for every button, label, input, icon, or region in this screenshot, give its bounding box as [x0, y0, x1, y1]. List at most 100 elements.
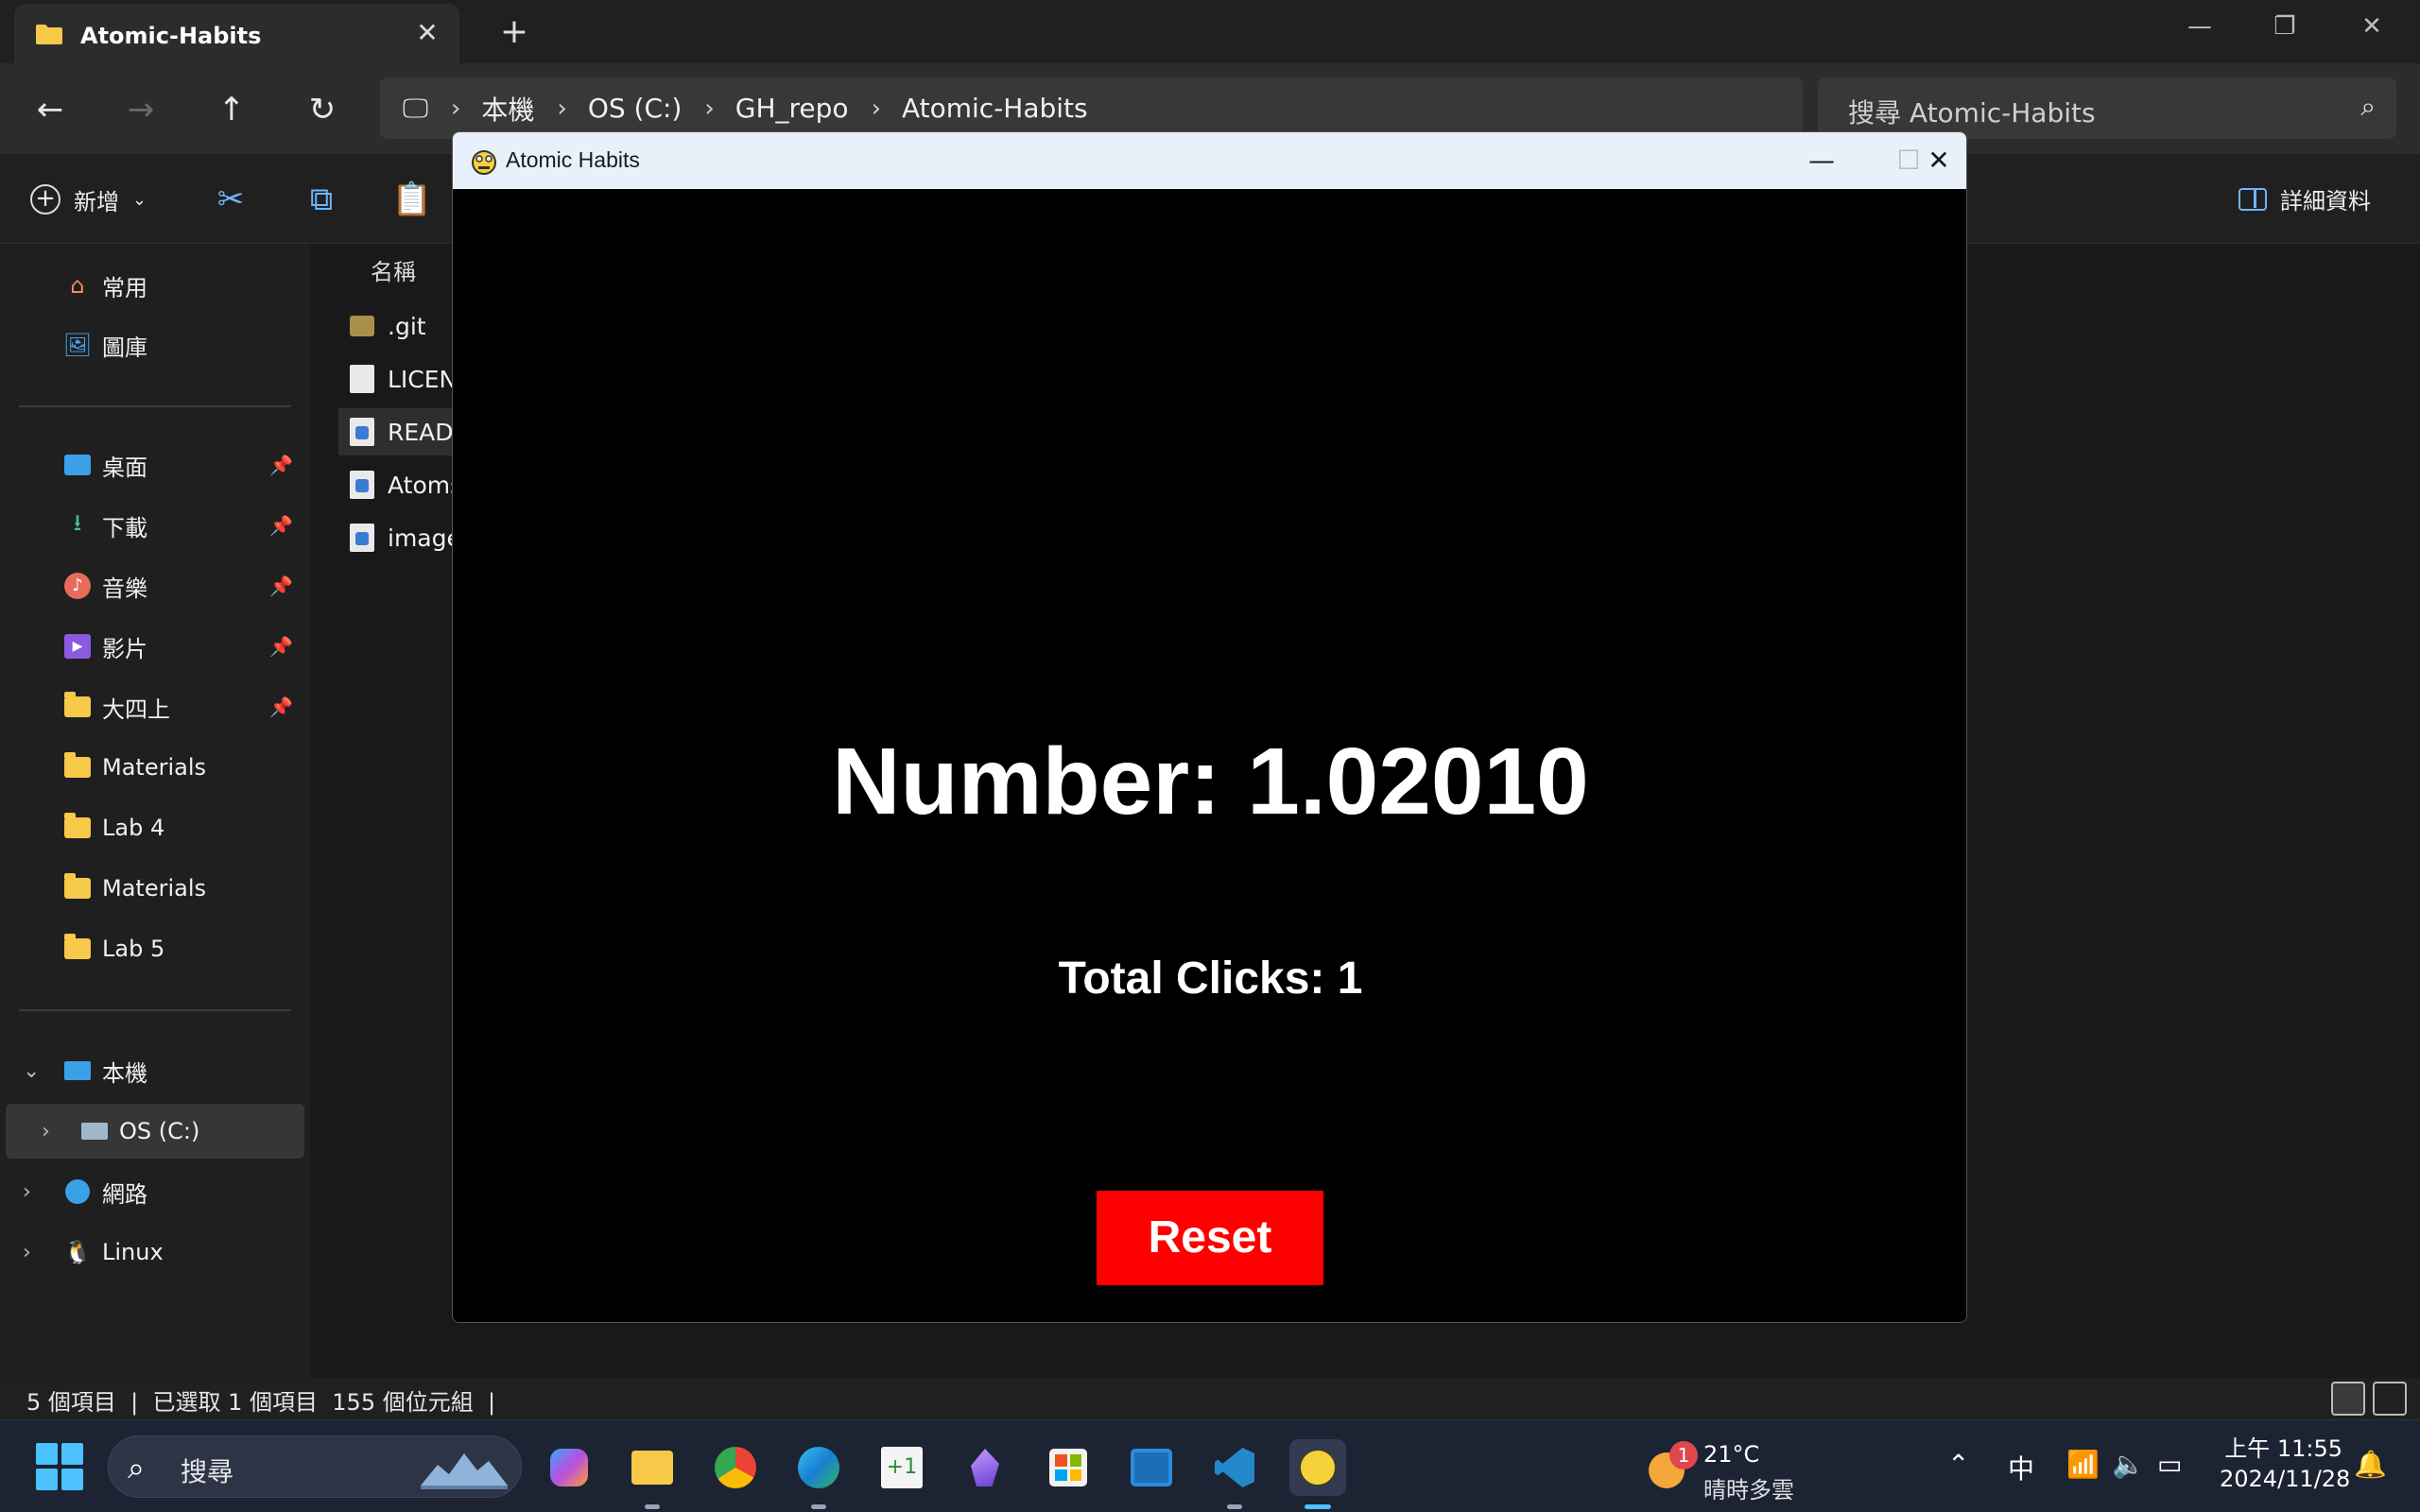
pin-icon[interactable]: 📌 [269, 454, 293, 476]
wifi-icon[interactable]: 📶 [2066, 1449, 2100, 1480]
up-icon[interactable]: ↑ [208, 86, 255, 133]
chevron-right-icon[interactable]: › [23, 1180, 31, 1204]
sidebar-item-os-c[interactable]: › OS (C:) [6, 1104, 304, 1159]
sidebar-item-label: 下載 [102, 514, 147, 541]
sidebar-item-folder[interactable]: 大四上 📌 [0, 679, 310, 734]
folder-icon [35, 23, 63, 45]
sidebar-item-home[interactable]: ⌂ 常用 [0, 258, 310, 313]
pygame-logo-icon [470, 146, 498, 176]
explorer-tab[interactable]: Atomic-Habits ✕ [14, 4, 459, 63]
new-button[interactable]: + 新增 ⌄ [30, 180, 147, 219]
sidebar-item-label: 網路 [102, 1180, 147, 1208]
back-icon[interactable]: ← [26, 86, 74, 133]
file-name: .git [388, 312, 426, 340]
sidebar-item-label: 桌面 [102, 454, 147, 481]
sidebar-item-this-pc[interactable]: ⌄ 本機 [0, 1043, 310, 1098]
chevron-right-icon[interactable]: › [23, 1241, 31, 1264]
breadcrumb-item[interactable]: GH_repo [735, 93, 849, 124]
restore-button[interactable]: ❐ [2261, 9, 2308, 43]
plus-icon: + [30, 184, 60, 215]
copilot-icon[interactable] [541, 1439, 597, 1496]
breadcrumb-item[interactable]: OS (C:) [588, 93, 683, 124]
new-tab-button[interactable]: + [495, 13, 533, 51]
minimize-button[interactable]: — [2176, 9, 2223, 43]
refresh-icon[interactable]: ↻ [299, 86, 346, 133]
chevron-right-icon: › [704, 94, 715, 123]
column-header-name[interactable]: 名稱 [371, 253, 416, 286]
game-canvas[interactable]: Number: 1.02010 Total Clicks: 1 Reset [453, 189, 1966, 1322]
folder-icon [62, 692, 93, 720]
pin-icon[interactable]: 📌 [269, 575, 293, 597]
file-explorer-icon[interactable] [624, 1439, 681, 1509]
breadcrumb-item[interactable]: 本機 [481, 90, 534, 128]
details-pane-icon [2238, 187, 2267, 211]
sidebar-item-videos[interactable]: ▶ 影片 📌 [0, 619, 310, 674]
running-indicator [645, 1504, 660, 1509]
remote-desktop-icon[interactable] [1123, 1439, 1180, 1496]
ime-indicator[interactable]: 中 [2008, 1449, 2034, 1486]
microsoft-store-icon[interactable] [1040, 1439, 1097, 1496]
sidebar-item-label: Linux [102, 1239, 164, 1265]
forward-icon[interactable]: → [117, 86, 164, 133]
volume-icon[interactable]: 🔈 [2112, 1449, 2145, 1480]
sidebar-item-desktop[interactable]: 桌面 📌 [0, 438, 310, 492]
breadcrumb-item[interactable]: Atomic-Habits [902, 93, 1088, 124]
cut-icon[interactable]: ✂ [210, 179, 251, 220]
sidebar-item-network[interactable]: › 網路 [0, 1164, 310, 1219]
search-icon[interactable]: ⌕ [2360, 91, 2376, 123]
search-input[interactable]: 搜尋 Atomic-Habits ⌕ [1818, 77, 2396, 139]
sidebar-item-linux[interactable]: › 🐧 Linux [0, 1225, 310, 1280]
obsidian-icon[interactable] [957, 1439, 1013, 1496]
close-window-button[interactable]: ✕ [2348, 9, 2395, 43]
windows-start-icon[interactable] [36, 1443, 83, 1490]
chrome-icon[interactable] [707, 1439, 764, 1496]
sidebar: ⌂ 常用 🖼 圖庫 桌面 📌 ⭳ 下載 📌 ♪ 音樂 📌 ▶ 影片 📌 大四上 … [0, 244, 310, 1378]
copy-icon[interactable]: ⧉ [301, 179, 342, 220]
pygame-app-icon[interactable] [1289, 1439, 1346, 1509]
minimize-button[interactable]: — [1793, 140, 1850, 181]
new-label: 新增 [74, 188, 119, 215]
clock[interactable]: 上午 11:55 2024/11/28 [2220, 1434, 2350, 1494]
sidebar-item-label: 圖庫 [102, 334, 147, 361]
chevron-right-icon: › [871, 94, 881, 123]
sidebar-item-folder[interactable]: Materials [0, 740, 310, 795]
pin-icon[interactable]: 📌 [269, 514, 293, 537]
details-view-icon[interactable] [2331, 1382, 2365, 1416]
paste-icon[interactable]: 📋 [391, 179, 433, 220]
vscode-icon[interactable] [1206, 1439, 1263, 1509]
tiles-view-icon[interactable] [2373, 1382, 2407, 1416]
chevron-down-icon[interactable]: ⌄ [23, 1059, 40, 1083]
chevron-right-icon: › [451, 94, 461, 123]
folder-icon [350, 316, 374, 336]
sidebar-item-folder[interactable]: Lab 4 [0, 800, 310, 855]
pin-icon[interactable]: 📌 [269, 696, 293, 718]
sidebar-item-music[interactable]: ♪ 音樂 📌 [0, 558, 310, 613]
taskbar-search-placeholder: 搜尋 [181, 1456, 234, 1487]
sidebar-item-downloads[interactable]: ⭳ 下載 📌 [0, 498, 310, 553]
details-label: 詳細資料 [2280, 188, 2371, 215]
address-bar[interactable]: 🖵 › 本機 › OS (C:) › GH_repo › Atomic-Habi… [380, 77, 1803, 139]
running-indicator [1227, 1504, 1242, 1509]
chevron-right-icon[interactable]: › [42, 1120, 50, 1143]
sidebar-item-folder[interactable]: Materials [0, 861, 310, 916]
battery-icon[interactable]: ▭ [2157, 1449, 2182, 1480]
sidebar-item-gallery[interactable]: 🖼 圖庫 [0, 318, 310, 372]
details-button[interactable]: 詳細資料 [2238, 182, 2371, 215]
weather-condition: 晴時多雲 [1703, 1477, 1794, 1503]
edge-icon[interactable] [790, 1439, 847, 1509]
taskbar-search[interactable]: ⌕ 搜尋 [108, 1435, 522, 1498]
status-text: 5 個項目 | 已選取 1 個項目 155 個位元組 | [26, 1389, 496, 1416]
close-tab-icon[interactable]: ✕ [411, 17, 443, 49]
pin-icon[interactable]: 📌 [269, 635, 293, 658]
weather-widget[interactable]: 1 21°C 晴時多雲 [1645, 1434, 1815, 1503]
notification-bell-icon[interactable]: 🔔 [2354, 1449, 2387, 1480]
chevron-up-icon[interactable]: ⌃ [1947, 1449, 1969, 1480]
reset-button[interactable]: Reset [1097, 1191, 1323, 1285]
sidebar-item-label: Materials [102, 875, 207, 902]
pygame-title-bar[interactable]: Atomic Habits — ☐ [453, 132, 1966, 189]
close-window-button[interactable]: ✕ [1910, 140, 1966, 181]
notepad-plus-icon[interactable]: +1 [873, 1439, 930, 1496]
breadcrumb: 🖵 › 本機 › OS (C:) › GH_repo › Atomic-Habi… [403, 77, 1088, 139]
sidebar-item-folder[interactable]: Lab 5 [0, 921, 310, 976]
gallery-icon: 🖼 [62, 332, 93, 358]
